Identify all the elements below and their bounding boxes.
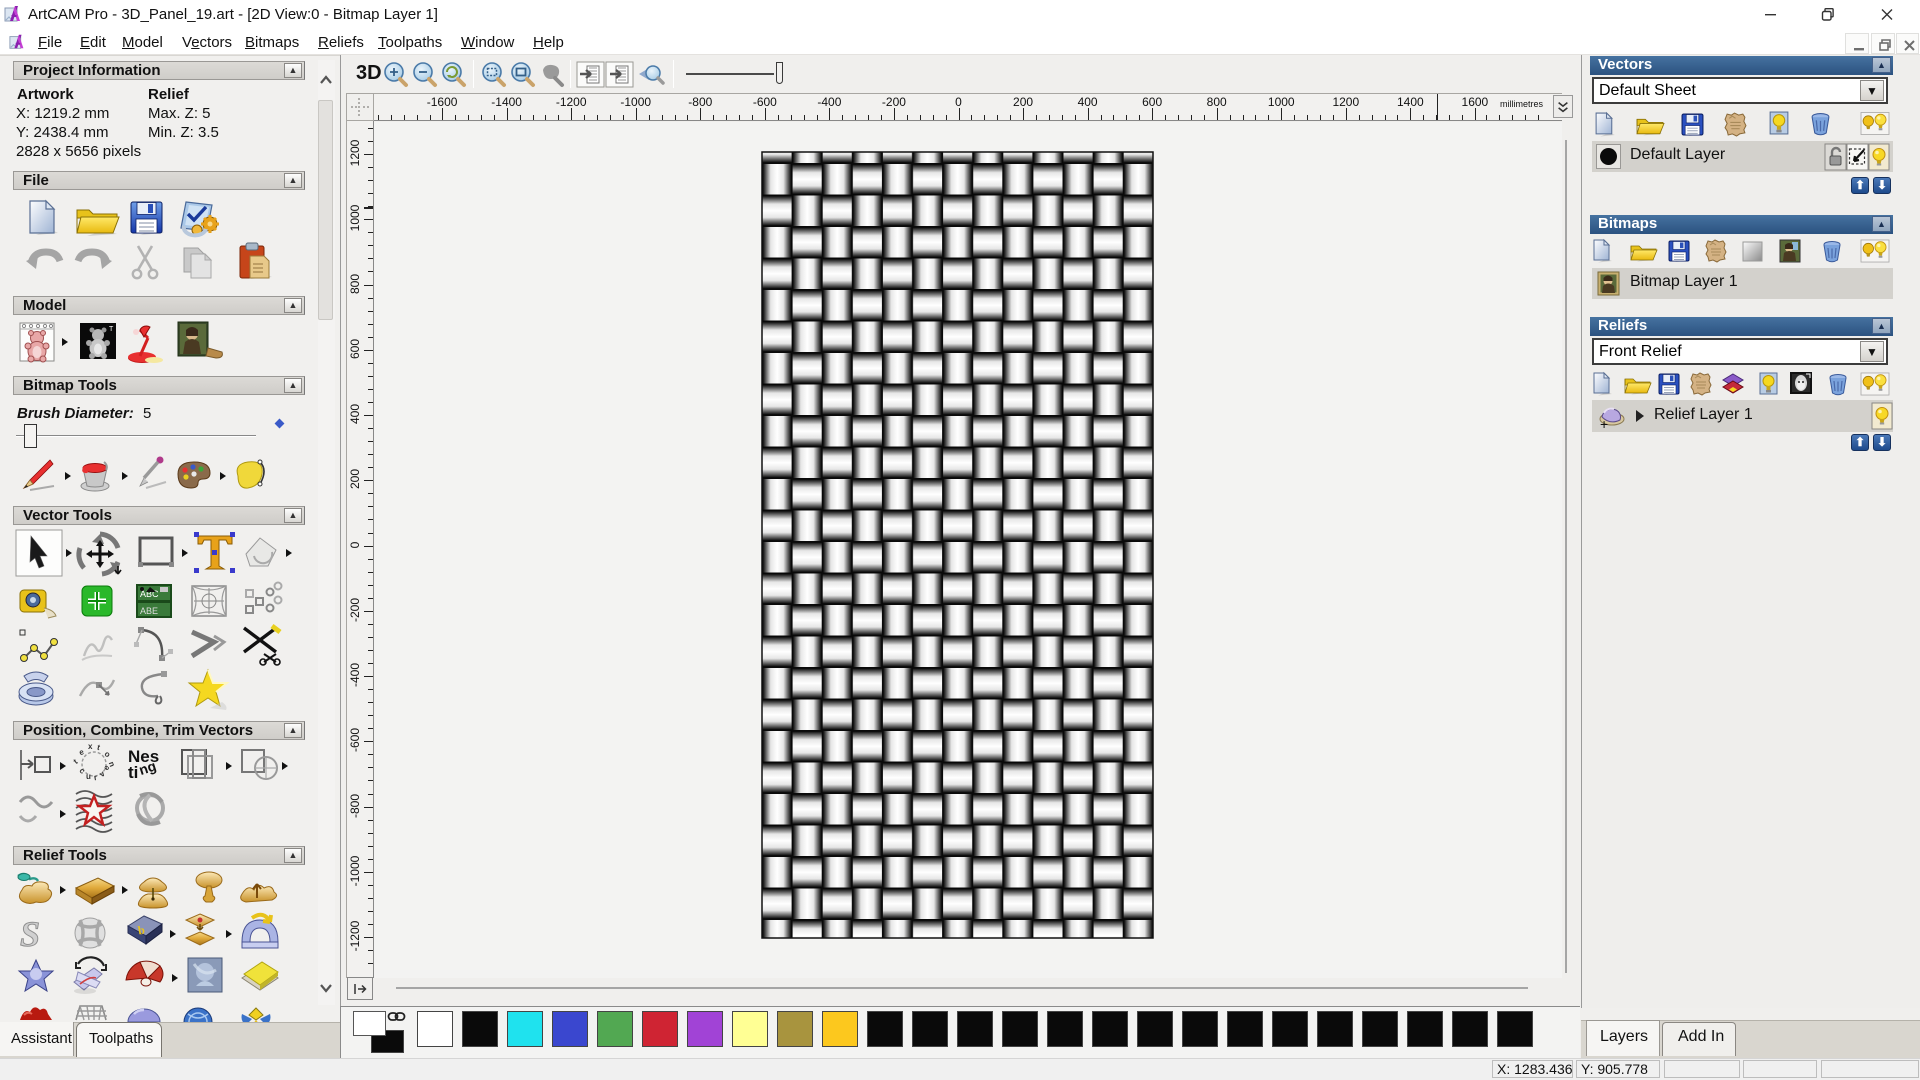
svg-text:ABE: ABE <box>140 606 158 616</box>
svg-text:r: r <box>93 773 98 782</box>
svg-text:e: e <box>78 747 86 757</box>
svg-text:S: S <box>20 914 40 954</box>
svg-text:o: o <box>103 749 113 759</box>
svg-text:t: t <box>72 757 80 766</box>
svg-text:x: x <box>88 742 93 751</box>
svg-text:T: T <box>109 326 114 333</box>
svg-text:t: t <box>96 743 101 752</box>
svg-text:u: u <box>86 772 91 781</box>
